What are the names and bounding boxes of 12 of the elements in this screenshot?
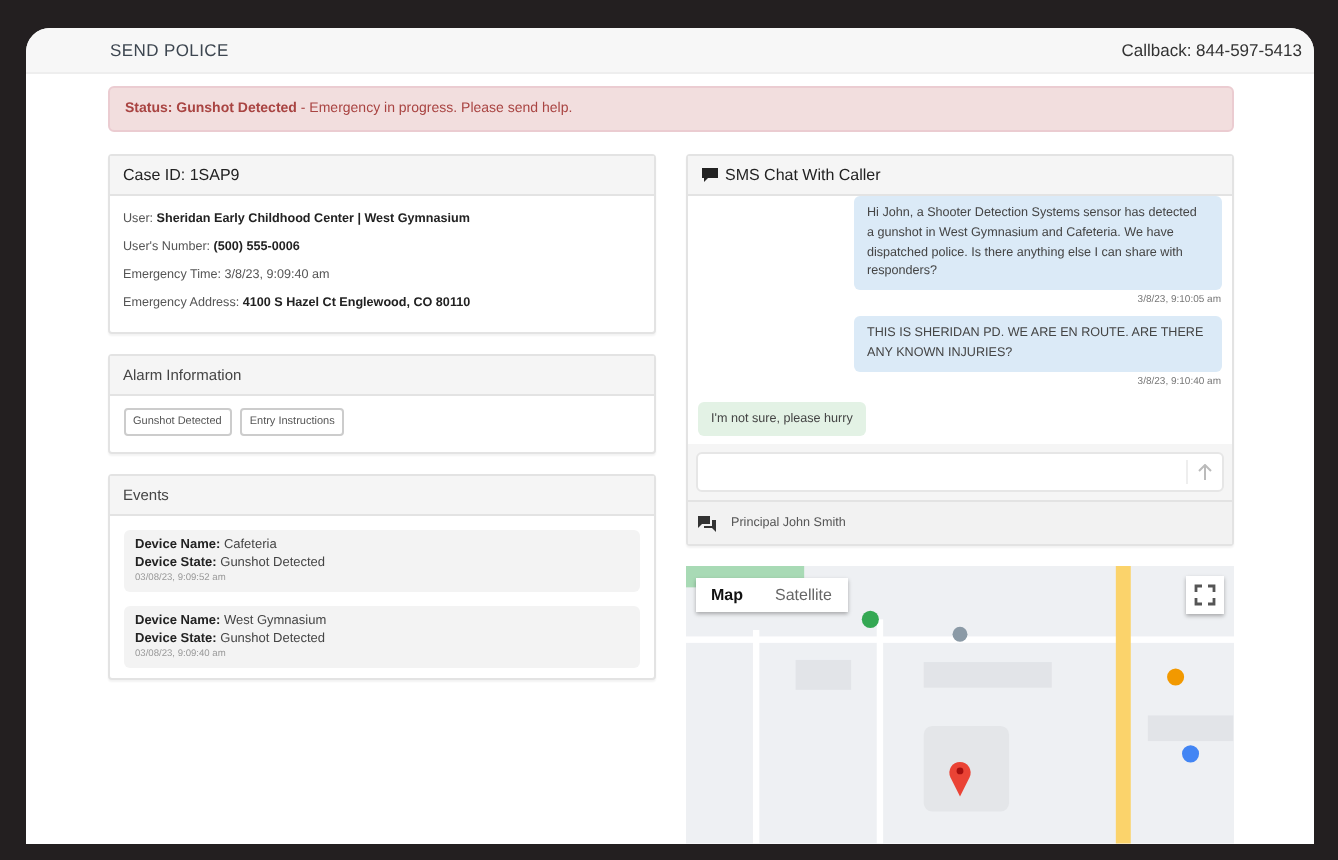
fullscreen-button[interactable] bbox=[1185, 576, 1223, 615]
chat-icon bbox=[701, 168, 717, 182]
page-title: SEND POLICE bbox=[110, 40, 229, 60]
map-type-tab[interactable]: Map bbox=[695, 578, 759, 613]
callback-number: Callback: 844-597-5413 bbox=[1121, 40, 1302, 60]
arrow-up-icon bbox=[1197, 464, 1211, 481]
card-title: SMS Chat With Caller bbox=[725, 166, 881, 184]
card-title: Case ID: 1SAP9 bbox=[123, 166, 240, 184]
chat-icon bbox=[697, 515, 715, 532]
message-input[interactable] bbox=[695, 452, 1223, 493]
fullscreen-icon bbox=[1193, 584, 1215, 607]
map-type-tab[interactable]: Satellite bbox=[759, 578, 848, 613]
